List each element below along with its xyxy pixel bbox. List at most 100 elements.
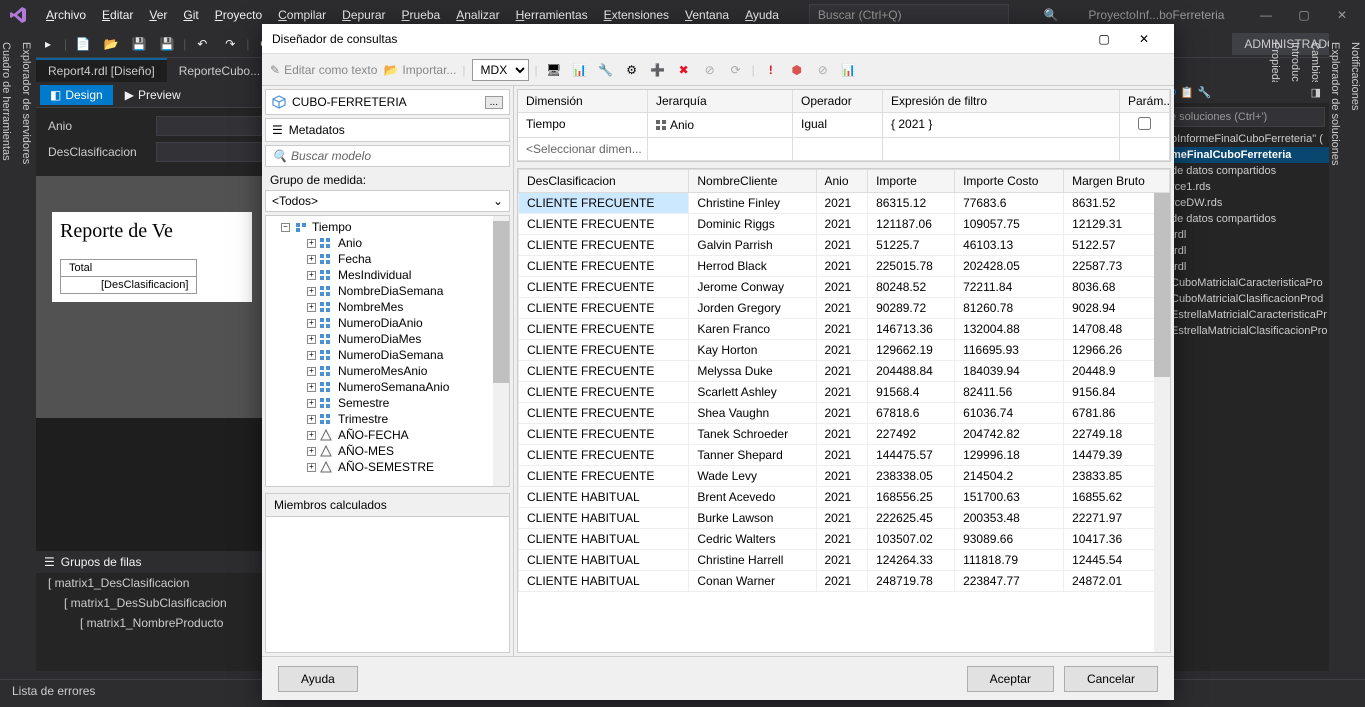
solution-item[interactable]: CuboMatricialClasificacionProd — [1159, 291, 1329, 307]
menu-compilar[interactable]: Compilar — [270, 4, 334, 26]
table-row[interactable]: CLIENTE HABITUALBrent Acevedo2021168556.… — [519, 487, 1170, 508]
table-cell[interactable]: 2021 — [816, 298, 868, 319]
minimize-button[interactable]: — — [1251, 5, 1281, 25]
tool-icon[interactable]: 📋 — [1180, 86, 1194, 99]
side-tab[interactable]: Explorador de servidores — [16, 30, 36, 216]
table-cell[interactable]: 2021 — [816, 571, 868, 592]
table-cell[interactable]: 2021 — [816, 361, 868, 382]
expand-icon[interactable]: + — [307, 415, 316, 424]
table-cell[interactable]: Karen Franco — [689, 319, 816, 340]
metadata-tree[interactable]: − Tiempo + Anio+ Fecha+ MesIndividual+ N… — [265, 215, 510, 487]
dialog-maximize-button[interactable]: ▢ — [1084, 24, 1124, 54]
table-cell[interactable]: 146713.36 — [868, 319, 955, 340]
expand-icon[interactable]: + — [307, 431, 316, 440]
table-cell[interactable]: 144475.57 — [868, 445, 955, 466]
table-cell[interactable]: 2021 — [816, 340, 868, 361]
table-cell[interactable]: 129996.18 — [955, 445, 1064, 466]
undo-icon[interactable]: ↶ — [190, 32, 214, 56]
filter-header-operator[interactable]: Operador — [793, 90, 883, 112]
solution-item[interactable]: .rdl — [1159, 243, 1329, 259]
table-cell[interactable]: 2021 — [816, 445, 868, 466]
expand-icon[interactable]: + — [307, 255, 316, 264]
table-cell[interactable]: CLIENTE HABITUAL — [519, 508, 689, 529]
table-cell[interactable]: Shea Vaughn — [689, 403, 816, 424]
table-cell[interactable]: 2021 — [816, 235, 868, 256]
table-cell[interactable]: 132004.88 — [955, 319, 1064, 340]
tree-attribute[interactable]: + NumeroDiaSemana — [269, 347, 506, 363]
table-cell[interactable]: CLIENTE FRECUENTE — [519, 340, 689, 361]
tree-attribute[interactable]: + NombreMes — [269, 299, 506, 315]
table-cell[interactable]: 91568.4 — [868, 382, 955, 403]
table-row[interactable]: CLIENTE FRECUENTEMelyssa Duke2021204488.… — [519, 361, 1170, 382]
collapse-icon[interactable]: − — [281, 223, 290, 232]
expand-icon[interactable]: + — [307, 399, 316, 408]
table-cell[interactable]: 103507.02 — [868, 529, 955, 550]
language-select[interactable]: MDX — [472, 59, 529, 81]
maximize-button[interactable]: ▢ — [1289, 5, 1319, 25]
table-cell[interactable]: 93089.66 — [955, 529, 1064, 550]
table-row[interactable]: CLIENTE HABITUALChristine Harrell2021124… — [519, 550, 1170, 571]
table-cell[interactable]: Scarlett Ashley — [689, 382, 816, 403]
menu-herramientas[interactable]: Herramientas — [508, 4, 596, 26]
table-row[interactable]: CLIENTE FRECUENTETanek Schroeder20212274… — [519, 424, 1170, 445]
table-cell[interactable]: 2021 — [816, 277, 868, 298]
table-cell[interactable]: 214504.2 — [955, 466, 1064, 487]
table-row[interactable]: CLIENTE HABITUALCedric Walters2021103507… — [519, 529, 1170, 550]
table-cell[interactable]: 202428.05 — [955, 256, 1064, 277]
menu-depurar[interactable]: Depurar — [334, 4, 393, 26]
table-cell[interactable]: 200353.48 — [955, 508, 1064, 529]
table-row[interactable]: CLIENTE HABITUALConan Warner2021248719.7… — [519, 571, 1170, 592]
table-row[interactable]: CLIENTE FRECUENTEDominic Riggs2021121187… — [519, 214, 1170, 235]
table-cell[interactable]: 227492 — [868, 424, 955, 445]
solution-item[interactable]: .rdl — [1159, 227, 1329, 243]
save-all-icon[interactable]: 💾 — [155, 32, 179, 56]
table-cell[interactable]: 77683.6 — [955, 193, 1064, 214]
table-cell[interactable]: 109057.75 — [955, 214, 1064, 235]
toolbar-icon[interactable]: ⟳ — [726, 60, 746, 80]
param-clasif-input[interactable] — [156, 142, 276, 162]
table-cell[interactable]: 248719.78 — [868, 571, 955, 592]
filter-dimension[interactable]: Tiempo — [518, 113, 648, 137]
table-row[interactable]: CLIENTE FRECUENTEScarlett Ashley20219156… — [519, 382, 1170, 403]
table-cell[interactable]: Galvin Parrish — [689, 235, 816, 256]
table-cell[interactable]: 238338.05 — [868, 466, 955, 487]
redo-icon[interactable]: ↷ — [218, 32, 242, 56]
table-cell[interactable]: 222625.45 — [868, 508, 955, 529]
table-cell[interactable]: 129662.19 — [868, 340, 955, 361]
filter-operator[interactable]: Igual — [793, 113, 883, 137]
table-cell[interactable]: 151700.63 — [955, 487, 1064, 508]
solution-item[interactable]: meFinalCuboFerreteria — [1159, 147, 1329, 163]
tree-hierarchy[interactable]: + AÑO-FECHA — [269, 427, 506, 443]
table-cell[interactable]: Brent Acevedo — [689, 487, 816, 508]
table-cell[interactable]: 2021 — [816, 424, 868, 445]
solution-item[interactable]: .rdl — [1159, 259, 1329, 275]
table-cell[interactable]: 2021 — [816, 193, 868, 214]
forward-icon[interactable]: ▸ — [36, 32, 60, 56]
table-cell[interactable]: 82411.56 — [955, 382, 1064, 403]
tree-attribute[interactable]: + NumeroDiaAnio — [269, 315, 506, 331]
save-icon[interactable]: 💾 — [127, 32, 151, 56]
table-cell[interactable]: 204742.82 — [955, 424, 1064, 445]
table-cell[interactable]: Christine Finley — [689, 193, 816, 214]
tab-report4[interactable]: Report4.rdl [Diseño] — [36, 58, 167, 82]
table-row[interactable]: CLIENTE FRECUENTEShea Vaughn202167818.66… — [519, 403, 1170, 424]
expand-icon[interactable]: + — [307, 383, 316, 392]
table-cell[interactable]: CLIENTE FRECUENTE — [519, 298, 689, 319]
solution-item[interactable]: de datos compartidos — [1159, 211, 1329, 227]
filter-header-param[interactable]: Parám... — [1120, 90, 1170, 112]
column-header[interactable]: Margen Bruto — [1064, 170, 1170, 193]
delete-icon[interactable]: ✖ — [674, 60, 694, 80]
report-canvas[interactable]: Reporte de Ve Total [DesClasificacion] — [52, 212, 252, 302]
table-cell[interactable]: CLIENTE FRECUENTE — [519, 235, 689, 256]
menu-git[interactable]: Git — [175, 4, 206, 26]
table-cell[interactable]: 67818.6 — [868, 403, 955, 424]
table-row[interactable]: CLIENTE FRECUENTEChristine Finley2021863… — [519, 193, 1170, 214]
menu-ayuda[interactable]: Ayuda — [737, 4, 787, 26]
solution-item[interactable]: de datos compartidos — [1159, 163, 1329, 179]
expand-icon[interactable]: + — [307, 447, 316, 456]
menu-archivo[interactable]: Archivo — [38, 4, 94, 26]
table-cell[interactable]: CLIENTE HABITUAL — [519, 550, 689, 571]
filter-header-hierarchy[interactable]: Jerarquía — [648, 90, 793, 112]
expand-icon[interactable]: + — [307, 239, 316, 248]
table-cell[interactable]: CLIENTE FRECUENTE — [519, 361, 689, 382]
